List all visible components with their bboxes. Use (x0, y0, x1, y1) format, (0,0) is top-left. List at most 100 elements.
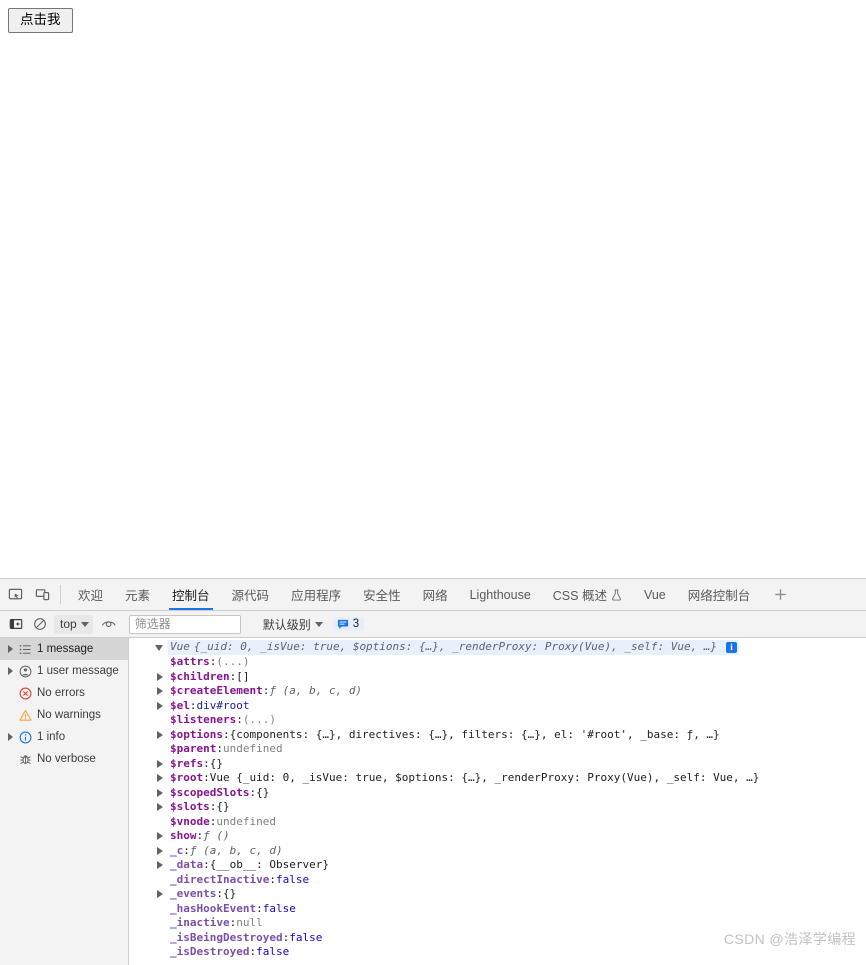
disclosure-triangle-icon[interactable] (157, 890, 163, 899)
expand-triangle-icon[interactable] (4, 645, 16, 653)
sidebar-item-label: 1 user message (37, 665, 119, 677)
property-value: [] (236, 669, 250, 683)
object-property-row[interactable]: $options: {components: {…}, directives: … (129, 728, 866, 743)
sidebar-item-verbose[interactable]: No verbose (0, 748, 128, 770)
disclosure-triangle-icon[interactable] (157, 788, 163, 797)
object-property-row[interactable]: show: ƒ () (129, 829, 866, 844)
object-property-row[interactable]: $parent: undefined (129, 742, 866, 757)
tab-welcome[interactable]: 欢迎 (67, 579, 114, 610)
object-property-row[interactable]: _isDestroyed: false (129, 945, 866, 960)
disclosure-triangle-icon[interactable] (157, 759, 163, 768)
sidebar-item-warnings[interactable]: No warnings (0, 704, 128, 726)
sidebar-item-user-messages[interactable]: 1 user message (0, 660, 128, 682)
object-property-row[interactable]: $scopedSlots: {} (129, 786, 866, 801)
disclosure-triangle-icon[interactable] (155, 644, 163, 651)
property-name: $children (170, 669, 230, 683)
tab-security[interactable]: 安全性 (352, 579, 412, 610)
property-name: $listeners (170, 713, 237, 726)
disclosure-triangle-icon[interactable] (157, 832, 163, 841)
sidebar-item-messages[interactable]: 1 message (0, 638, 128, 660)
property-value: div#root (196, 698, 250, 712)
tab-application[interactable]: 应用程序 (280, 579, 352, 610)
console-sidebar-toggle-icon[interactable] (4, 613, 28, 635)
object-property-row[interactable]: _inactive: null (129, 916, 866, 931)
disclosure-triangle-icon[interactable] (157, 701, 163, 710)
inspect-element-icon[interactable] (2, 579, 29, 610)
execution-context-value: top (60, 617, 77, 631)
add-tab-button[interactable] (761, 579, 800, 610)
disclosure-triangle-icon[interactable] (157, 672, 163, 681)
object-property-row[interactable]: $root: Vue {_uid: 0, _isVue: true, $opti… (129, 771, 866, 786)
sidebar-item-info[interactable]: 1 info (0, 726, 128, 748)
property-name: $createElement (170, 684, 263, 697)
console-object-header[interactable]: Vue {_uid: 0, _isVue: true, $options: {…… (129, 640, 866, 655)
object-property-row[interactable]: $refs: {} (129, 757, 866, 772)
devtools-tabstrip: 欢迎 元素 控制台 源代码 应用程序 安全性 网络 Lighthouse CSS… (0, 579, 866, 611)
object-property-row[interactable]: $children: [] (129, 670, 866, 685)
disclosure-triangle-icon[interactable] (157, 861, 163, 870)
tab-sources[interactable]: 源代码 (221, 579, 281, 610)
console-filter-input[interactable] (128, 614, 241, 634)
tab-web-console[interactable]: 网络控制台 (677, 579, 762, 610)
property-separator: : (262, 684, 270, 697)
tab-css-overview[interactable]: CSS 概述 (542, 579, 633, 610)
property-value: false (262, 901, 296, 915)
object-property-row[interactable]: _events: {} (129, 887, 866, 902)
console-message-list[interactable]: Vue {_uid: 0, _isVue: true, $options: {…… (129, 638, 866, 965)
info-badge-icon[interactable]: i (726, 642, 738, 653)
object-property-row[interactable]: $listeners: (...) (129, 713, 866, 728)
bug-icon (16, 753, 35, 766)
console-sidebar: 1 message 1 user message No errors No wa… (0, 638, 129, 965)
object-class-name: Vue (170, 640, 190, 654)
property-name: $slots (170, 800, 210, 813)
property-value: {} (209, 756, 223, 770)
disclosure-triangle-icon[interactable] (157, 730, 163, 739)
property-value: (...) (216, 655, 250, 668)
live-expression-eye-icon[interactable] (97, 613, 121, 635)
devtools-panel: 欢迎 元素 控制台 源代码 应用程序 安全性 网络 Lighthouse CSS… (0, 578, 866, 965)
property-separator: : (229, 669, 237, 683)
property-value: false (256, 945, 290, 958)
object-property-row[interactable]: $vnode: undefined (129, 815, 866, 830)
object-property-row[interactable]: $slots: {} (129, 800, 866, 815)
disclosure-triangle-icon[interactable] (157, 846, 163, 855)
execution-context-selector[interactable]: top (54, 614, 93, 634)
tab-network[interactable]: 网络 (412, 579, 459, 610)
property-name: $root (170, 771, 204, 784)
click-me-button[interactable]: 点击我 (8, 8, 73, 33)
object-property-row[interactable]: _directInactive: false (129, 873, 866, 888)
object-property-row[interactable]: _isBeingDestroyed: false (129, 931, 866, 946)
property-name: $refs (170, 756, 204, 770)
disclosure-triangle-icon[interactable] (157, 687, 163, 696)
property-name: $vnode (170, 814, 210, 828)
disclosure-triangle-icon[interactable] (157, 803, 163, 812)
object-property-row[interactable]: _hasHookEvent: false (129, 902, 866, 917)
property-value: ƒ () (203, 829, 230, 842)
tab-label: 安全性 (363, 589, 401, 603)
console-log-entry[interactable]: Vue {_uid: 0, _isVue: true, $options: {…… (129, 640, 866, 960)
property-name: _isDestroyed (170, 945, 250, 958)
clear-console-icon[interactable] (28, 613, 52, 635)
tab-elements[interactable]: 元素 (114, 579, 161, 610)
object-property-row[interactable]: _data: {__ob__: Observer} (129, 858, 866, 873)
property-value: {} (222, 887, 237, 900)
log-level-selector[interactable]: 默认级别 (263, 616, 323, 633)
expand-triangle-icon[interactable] (4, 733, 16, 741)
app-root: 点击我 欢迎 元素 控制台 源代码 应用程序 安全性 网络 Lighthouse… (0, 0, 866, 965)
sidebar-item-errors[interactable]: No errors (0, 682, 128, 704)
tab-label: 欢迎 (78, 589, 104, 603)
tab-console[interactable]: 控制台 (161, 579, 221, 610)
expand-triangle-icon[interactable] (4, 667, 16, 675)
object-property-row[interactable]: $createElement: ƒ (a, b, c, d) (129, 684, 866, 699)
object-property-row[interactable]: $attrs: (...) (129, 655, 866, 670)
error-icon (16, 687, 35, 700)
object-property-row[interactable]: _c: ƒ (a, b, c, d) (129, 844, 866, 859)
tab-vue[interactable]: Vue (633, 579, 677, 610)
page-viewport: 点击我 (0, 0, 866, 578)
disclosure-triangle-icon[interactable] (157, 774, 163, 783)
object-property-row[interactable]: $el: div#root (129, 699, 866, 714)
message-count-badge[interactable]: 3 (332, 617, 365, 631)
tab-lighthouse[interactable]: Lighthouse (459, 579, 542, 610)
device-toolbar-icon[interactable] (29, 579, 56, 610)
property-separator: : (229, 916, 237, 929)
